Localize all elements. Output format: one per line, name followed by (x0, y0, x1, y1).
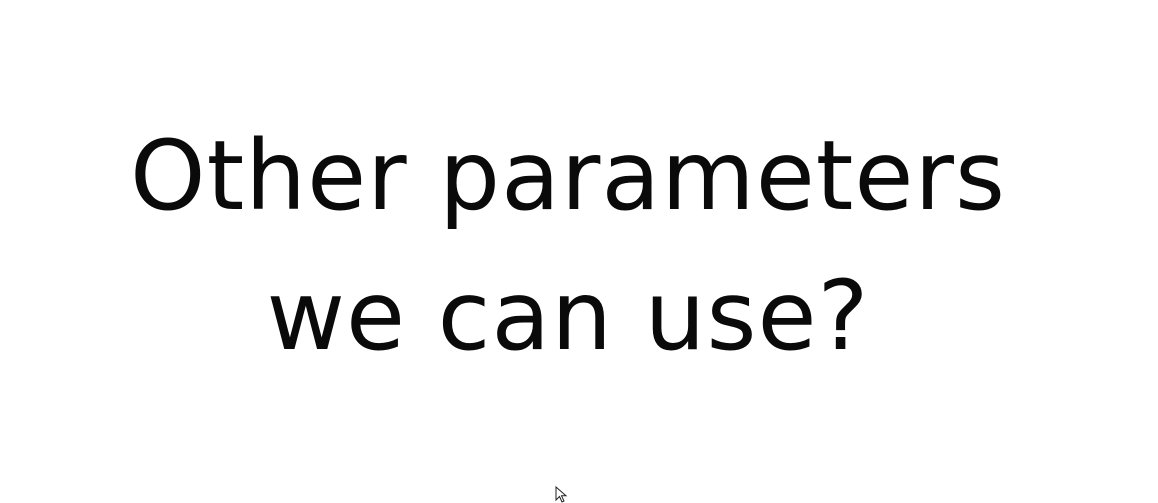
slide-title-line-1: Other parameters (130, 120, 1006, 232)
mouse-pointer-icon (555, 486, 568, 503)
slide-title-line-2: we can use? (266, 260, 870, 372)
slide-canvas: Other parameters we can use? (0, 0, 1158, 503)
